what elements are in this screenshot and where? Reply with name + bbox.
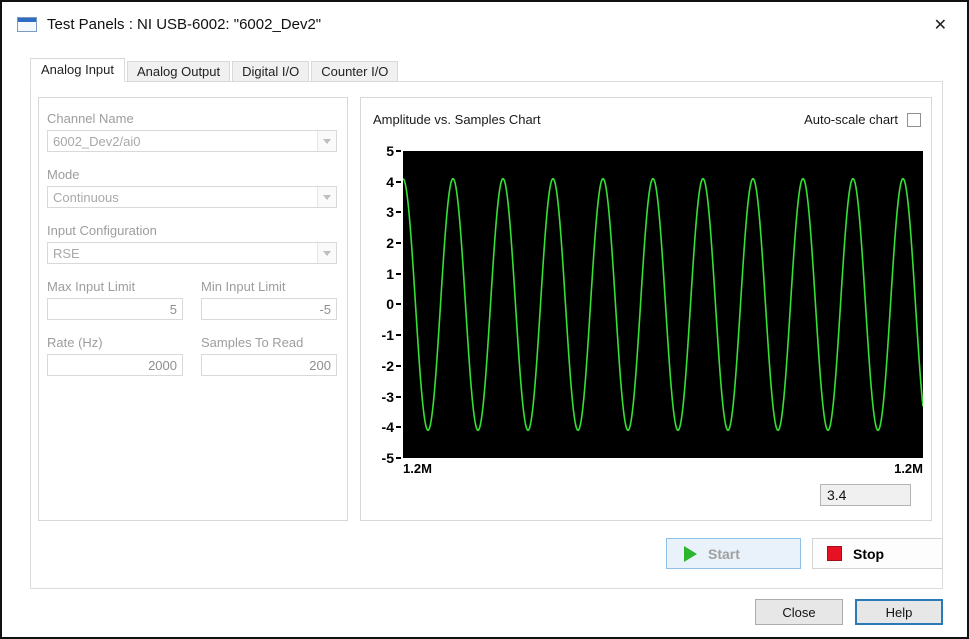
chevron-down-icon (317, 243, 336, 263)
y-tick: -3 (382, 389, 401, 405)
mode-value: Continuous (53, 189, 119, 205)
y-tick: 1 (386, 266, 401, 282)
y-tick: 4 (386, 174, 401, 190)
app-icon (17, 17, 37, 32)
y-tick-label: 3 (386, 204, 394, 221)
max-input-limit-field[interactable] (47, 298, 183, 320)
y-tick-label: -1 (381, 327, 394, 344)
tick-mark (396, 426, 401, 429)
tab-counter-io[interactable]: Counter I/O (311, 61, 399, 82)
tick-mark (396, 303, 401, 306)
chart-header: Amplitude vs. Samples Chart Auto-scale c… (373, 112, 921, 127)
chevron-down-icon (317, 187, 336, 207)
y-axis-labels: 5 4 3 2 1 0 -1 -2 -3 -4 -5 (361, 143, 401, 466)
y-tick-label: -2 (381, 357, 394, 374)
input-configuration-label: Input Configuration (47, 223, 157, 238)
autoscale-group: Auto-scale chart (804, 112, 921, 127)
analog-input-tab-page: Channel Name 6002_Dev2/ai0 Mode Continuo… (30, 81, 943, 589)
input-configuration-select[interactable]: RSE (47, 242, 337, 264)
rate-samples-row: Rate (Hz) Samples To Read (47, 335, 337, 376)
play-icon (684, 545, 697, 562)
waveform-svg (403, 177, 923, 432)
y-tick: -2 (382, 358, 401, 374)
tab-strip: Analog Input Analog Output Digital I/O C… (30, 58, 400, 82)
rate-field[interactable] (47, 354, 183, 376)
window-close-button[interactable]: ✕ (930, 13, 951, 37)
input-limit-row: Max Input Limit Min Input Limit (47, 279, 337, 320)
channel-name-select[interactable]: 6002_Dev2/ai0 (47, 130, 337, 152)
rate-group: Rate (Hz) (47, 335, 183, 376)
mode-field-group: Mode Continuous (47, 167, 337, 208)
tick-mark (396, 364, 401, 367)
config-panel: Channel Name 6002_Dev2/ai0 Mode Continuo… (38, 97, 348, 521)
y-tick: 2 (386, 235, 401, 251)
max-input-limit-group: Max Input Limit (47, 279, 183, 320)
input-configuration-value: RSE (53, 245, 80, 261)
help-button[interactable]: Help (855, 599, 943, 625)
y-tick-label: 1 (386, 265, 394, 282)
y-tick-label: 2 (386, 235, 394, 252)
chart-title: Amplitude vs. Samples Chart (373, 112, 541, 127)
tick-mark (396, 242, 401, 245)
tick-mark (396, 272, 401, 275)
samples-to-read-group: Samples To Read (201, 335, 337, 376)
stop-button[interactable]: Stop (812, 538, 943, 569)
tick-mark (396, 456, 401, 459)
y-tick: -4 (382, 419, 401, 435)
x-axis-labels: 1.2M 1.2M (403, 461, 923, 476)
tick-mark (396, 211, 401, 214)
tab-analog-output[interactable]: Analog Output (127, 61, 231, 82)
y-tick-label: -5 (381, 449, 394, 466)
stop-button-label: Stop (853, 545, 885, 562)
tick-mark (396, 334, 401, 337)
y-tick: 3 (386, 204, 401, 220)
window-title: Test Panels : NI USB-6002: "6002_Dev2" (47, 16, 322, 33)
max-input-limit-label: Max Input Limit (47, 279, 136, 294)
x-axis-start-label: 1.2M (403, 461, 432, 476)
min-input-limit-group: Min Input Limit (201, 279, 337, 320)
y-tick-label: 4 (386, 173, 394, 190)
y-tick-label: 0 (386, 296, 394, 313)
x-axis-end-label: 1.2M (894, 461, 923, 476)
y-tick-label: -4 (381, 419, 394, 436)
y-tick-label: -3 (381, 388, 394, 405)
tick-mark (396, 395, 401, 398)
chart-panel: Amplitude vs. Samples Chart Auto-scale c… (360, 97, 932, 521)
mode-select[interactable]: Continuous (47, 186, 337, 208)
auto-scale-checkbox[interactable] (907, 112, 921, 127)
tab-analog-input[interactable]: Analog Input (30, 58, 126, 82)
tick-mark (396, 180, 401, 183)
min-input-limit-label: Min Input Limit (201, 279, 286, 294)
channel-name-label: Channel Name (47, 111, 134, 126)
channel-name-field-group: Channel Name 6002_Dev2/ai0 (47, 111, 337, 152)
titlebar: Test Panels : NI USB-6002: "6002_Dev2" ✕ (2, 2, 967, 47)
stop-icon (827, 546, 842, 561)
start-button-label: Start (708, 545, 740, 562)
samples-to-read-label: Samples To Read (201, 335, 304, 350)
mode-label: Mode (47, 167, 80, 182)
rate-label: Rate (Hz) (47, 335, 103, 350)
samples-to-read-field[interactable] (201, 354, 337, 376)
last-sample-value: 3.4 (820, 484, 911, 506)
y-tick: 0 (386, 296, 401, 312)
y-tick-label: 5 (386, 143, 394, 159)
start-button[interactable]: Start (666, 538, 801, 569)
min-input-limit-field[interactable] (201, 298, 337, 320)
y-tick: 5 (386, 143, 401, 159)
autoscale-label: Auto-scale chart (804, 112, 898, 127)
test-panels-window: Test Panels : NI USB-6002: "6002_Dev2" ✕… (0, 0, 969, 639)
sine-wave (403, 177, 923, 432)
close-button[interactable]: Close (755, 599, 843, 625)
input-configuration-field-group: Input Configuration RSE (47, 223, 337, 264)
chevron-down-icon (317, 131, 336, 151)
tab-digital-io[interactable]: Digital I/O (232, 61, 310, 82)
waveform-chart (403, 151, 923, 458)
y-tick: -5 (382, 450, 401, 466)
tick-mark (396, 150, 401, 152)
channel-name-value: 6002_Dev2/ai0 (53, 133, 141, 149)
y-tick: -1 (382, 327, 401, 343)
